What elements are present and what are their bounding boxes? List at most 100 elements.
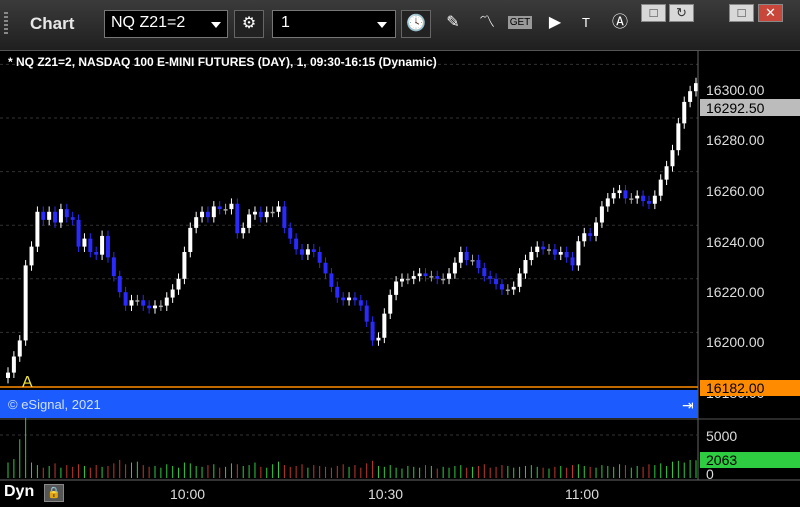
candle-body [435, 276, 440, 279]
candle-body [646, 201, 651, 204]
candle-body [523, 260, 528, 274]
candle-body [476, 260, 481, 269]
candle-body [58, 209, 63, 223]
candle-body [329, 273, 334, 287]
candle-body [264, 211, 269, 218]
candle-body [335, 286, 340, 298]
candle-body [194, 217, 199, 228]
candle-body [411, 276, 416, 279]
candle-body [111, 257, 116, 277]
candle-body [599, 206, 604, 223]
candle-body [153, 305, 158, 309]
candle-body [347, 297, 352, 301]
candle-body [546, 249, 551, 251]
candle-body [352, 297, 357, 301]
candle-body [300, 249, 305, 255]
candle-body [635, 195, 640, 199]
lock-icon[interactable]: 🔒 [44, 484, 64, 502]
candle-body [552, 249, 557, 255]
candle-body [182, 252, 187, 279]
candle-body [223, 209, 228, 211]
scroll-right-icon[interactable]: ⇥ [682, 397, 694, 413]
candle-body [147, 305, 152, 309]
candle-body [341, 297, 346, 301]
candle-body [441, 278, 446, 281]
candle-body [141, 300, 146, 306]
candle-body [64, 209, 69, 218]
price-label: 16300.00 [706, 82, 765, 98]
candle-body [499, 284, 504, 290]
candle-body [53, 211, 58, 223]
candle-body [494, 278, 499, 285]
candle-body [694, 83, 698, 92]
price-label: 16280.00 [706, 132, 765, 148]
candle-body [370, 321, 375, 341]
candle-body [617, 190, 622, 194]
alert-marker[interactable]: A [22, 374, 33, 391]
dynamic-mode-label[interactable]: Dyn [4, 483, 34, 501]
candle-body [270, 211, 275, 214]
price-chart[interactable]: © eSignal, 2021 ⇥ A 16300.00 16280.00 16… [0, 0, 800, 507]
candle-body [23, 265, 28, 341]
candle-body [282, 206, 287, 228]
candle-body [623, 190, 628, 199]
candle-body [17, 340, 22, 357]
candle-body [482, 268, 487, 277]
candle-body [29, 246, 34, 266]
candle-body [135, 300, 140, 302]
candle-body [317, 252, 322, 263]
candle-body [582, 233, 587, 242]
candle-body [529, 252, 534, 261]
candle-body [458, 252, 463, 263]
candle-body [511, 286, 516, 290]
price-label: 16260.00 [706, 183, 765, 199]
candle-body [100, 235, 105, 255]
candle-body [211, 206, 216, 218]
candle-body [170, 289, 175, 298]
volume-label: 5000 [706, 428, 737, 444]
price-label: 16200.00 [706, 334, 765, 350]
candle-body [688, 91, 693, 102]
candle-body [541, 246, 546, 250]
candle-body [158, 305, 163, 308]
candle-body [399, 278, 404, 282]
candle-body [576, 241, 581, 266]
candle-body [252, 211, 257, 215]
copyright-text: © eSignal, 2021 [8, 397, 101, 412]
candle-body [505, 289, 510, 292]
candle-body [588, 233, 593, 236]
time-label: 10:00 [170, 486, 205, 502]
candle-body [47, 211, 52, 220]
candle-body [217, 206, 222, 210]
candle-body [664, 166, 669, 180]
candle-body [464, 252, 469, 261]
candle-body [70, 217, 75, 220]
candle-body [76, 219, 81, 247]
candle-body [205, 211, 210, 218]
candle-body [82, 238, 87, 247]
candle-body [305, 249, 310, 255]
line-price-value: 16182.00 [706, 380, 765, 396]
candle-body [235, 203, 240, 234]
candle-body [535, 246, 540, 252]
candle-body [229, 203, 234, 210]
candle-body [470, 260, 475, 262]
candle-body [652, 195, 657, 204]
candle-body [629, 198, 634, 200]
candle-body [311, 249, 316, 252]
time-label: 10:30 [368, 486, 403, 502]
candle-body [423, 273, 428, 277]
candle-body [382, 313, 387, 338]
candle-body [188, 227, 193, 252]
candle-body [447, 273, 452, 279]
candle-body [452, 262, 457, 274]
candle-body [11, 356, 16, 373]
last-volume-value: 2063 [706, 452, 737, 468]
last-price-value: 16292.50 [706, 100, 765, 116]
candle-body [276, 206, 281, 212]
price-label: 16220.00 [706, 284, 765, 300]
candle-body [682, 101, 687, 124]
candle-body [94, 252, 99, 255]
candle-body [611, 193, 616, 199]
candle-body [376, 337, 381, 341]
